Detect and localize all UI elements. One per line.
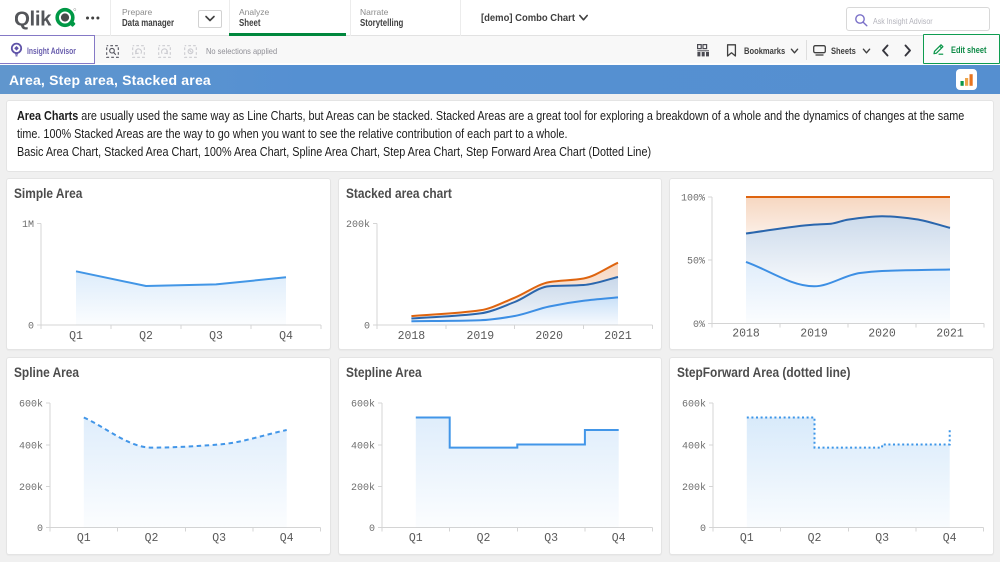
svg-text:2020: 2020 bbox=[535, 330, 563, 343]
svg-text:0: 0 bbox=[28, 322, 34, 333]
svg-text:Q1: Q1 bbox=[740, 532, 754, 545]
svg-text:400k: 400k bbox=[351, 441, 375, 453]
svg-text:400k: 400k bbox=[682, 441, 706, 453]
svg-text:200k: 200k bbox=[19, 482, 43, 494]
svg-text:2021: 2021 bbox=[604, 330, 632, 343]
svg-text:Q3: Q3 bbox=[875, 532, 889, 545]
svg-text:Q4: Q4 bbox=[280, 532, 294, 545]
svg-text:Q1: Q1 bbox=[69, 330, 83, 343]
svg-text:50%: 50% bbox=[687, 257, 705, 268]
svg-text:0: 0 bbox=[37, 524, 43, 535]
svg-text:Q1: Q1 bbox=[409, 532, 423, 545]
svg-text:100%: 100% bbox=[681, 194, 705, 205]
svg-text:Q3: Q3 bbox=[212, 532, 226, 545]
svg-text:Q2: Q2 bbox=[808, 532, 822, 545]
svg-text:2020: 2020 bbox=[868, 328, 896, 341]
svg-text:400k: 400k bbox=[19, 441, 43, 453]
svg-text:Q1: Q1 bbox=[77, 532, 91, 545]
svg-text:600k: 600k bbox=[19, 399, 43, 411]
svg-text:Q2: Q2 bbox=[139, 330, 153, 343]
svg-text:1M: 1M bbox=[22, 220, 34, 231]
svg-text:0: 0 bbox=[364, 322, 370, 333]
svg-text:Q2: Q2 bbox=[145, 532, 159, 545]
svg-text:200k: 200k bbox=[346, 219, 370, 231]
svg-text:2018: 2018 bbox=[732, 328, 760, 341]
svg-text:0: 0 bbox=[369, 524, 375, 535]
svg-text:2019: 2019 bbox=[800, 328, 828, 341]
svg-text:200k: 200k bbox=[682, 482, 706, 494]
svg-text:2019: 2019 bbox=[466, 330, 494, 343]
svg-text:2018: 2018 bbox=[398, 330, 426, 343]
svg-text:0: 0 bbox=[700, 524, 706, 535]
svg-text:Q3: Q3 bbox=[544, 532, 558, 545]
svg-text:0%: 0% bbox=[693, 320, 705, 331]
svg-text:Qlik: Qlik bbox=[15, 8, 52, 31]
svg-text:Q4: Q4 bbox=[279, 330, 293, 343]
svg-text:Q2: Q2 bbox=[477, 532, 491, 545]
svg-text:200k: 200k bbox=[351, 482, 375, 494]
svg-text:Q3: Q3 bbox=[209, 330, 223, 343]
svg-text:Q4: Q4 bbox=[612, 532, 626, 545]
svg-text:2021: 2021 bbox=[936, 328, 964, 341]
svg-text:600k: 600k bbox=[682, 399, 706, 411]
svg-text:600k: 600k bbox=[351, 399, 375, 411]
svg-text:Q4: Q4 bbox=[943, 532, 957, 545]
